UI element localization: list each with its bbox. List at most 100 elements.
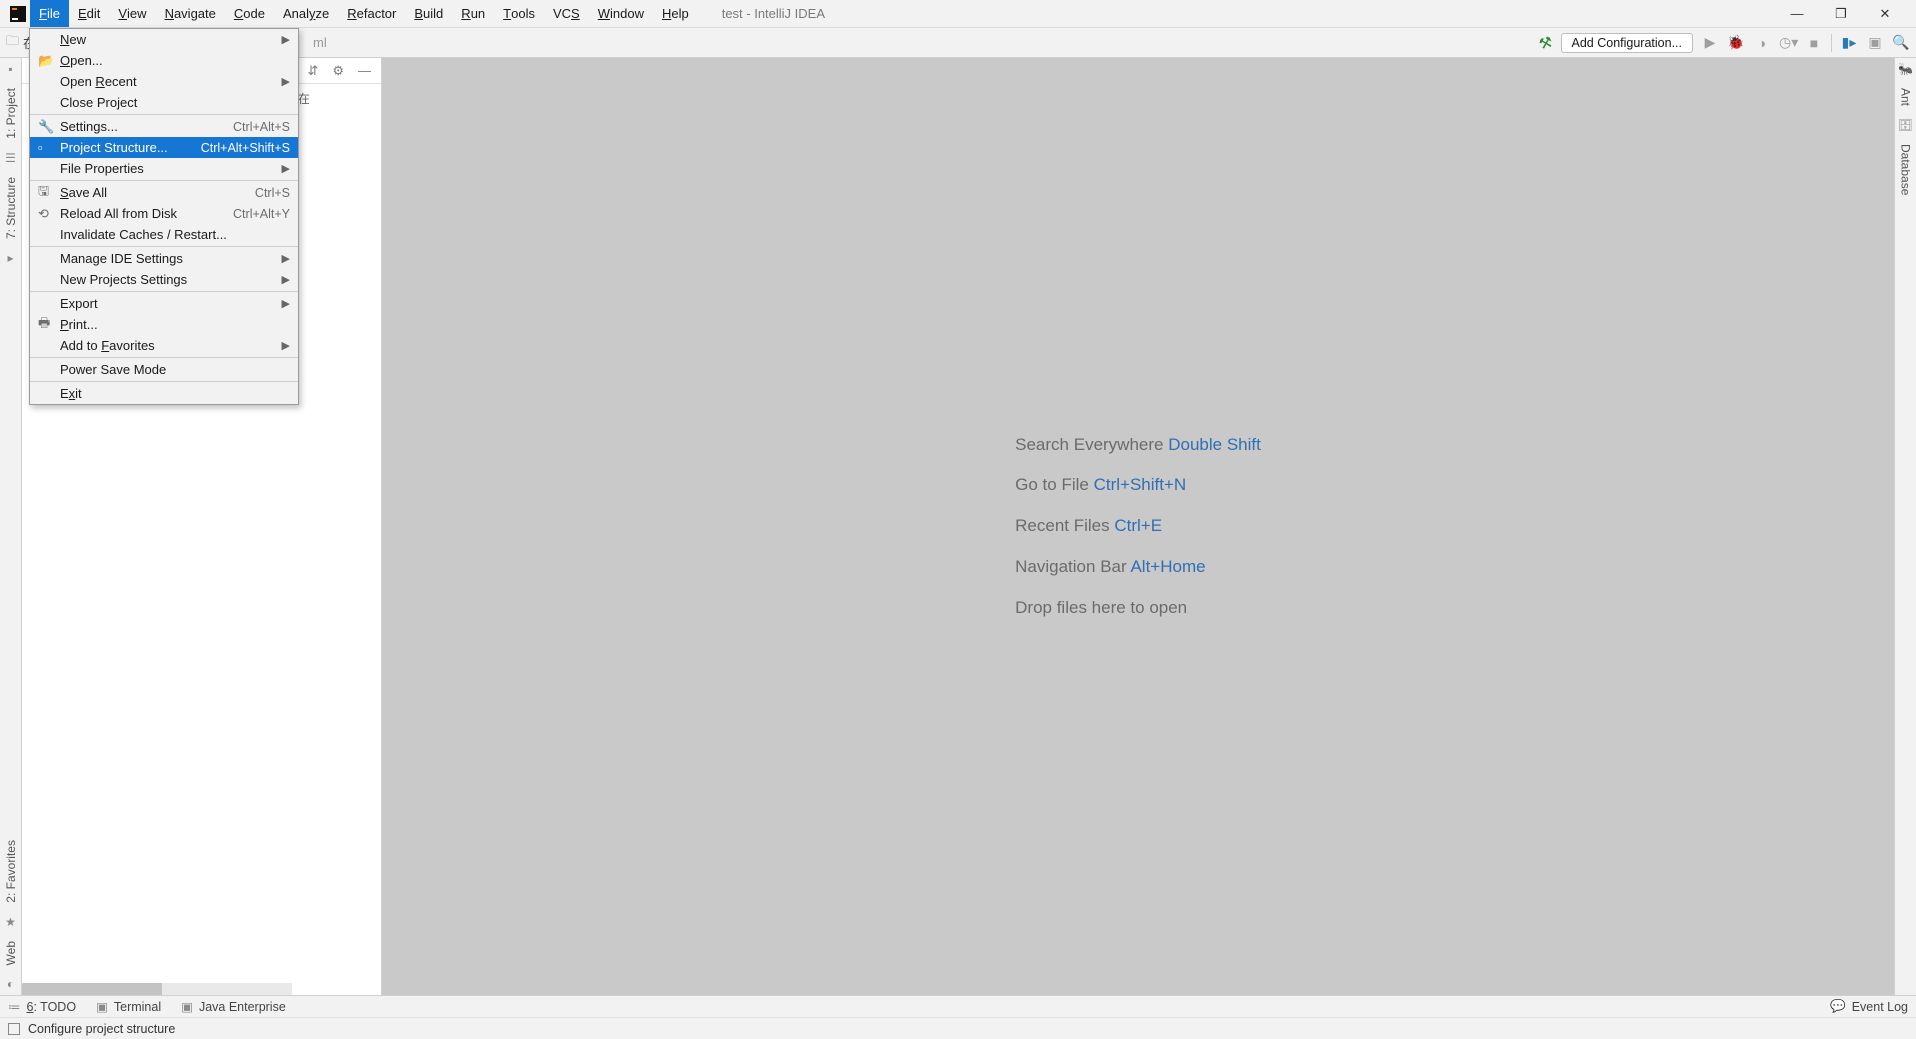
menu-analyze[interactable]: Analyze (274, 0, 338, 27)
run-icon[interactable]: ▶ (1701, 34, 1719, 51)
menu-window[interactable]: Window (589, 0, 653, 27)
project-tab-icon: ▪ (8, 62, 12, 76)
vcs-icon[interactable]: ▮▸ (1840, 34, 1858, 51)
menu-view[interactable]: View (109, 0, 155, 27)
submenu-arrow-icon: ▶ (282, 339, 290, 352)
file-menu-item-new[interactable]: New▶ (30, 29, 298, 50)
right-tool-gutter: 🐜 Ant 🗄 Database (1894, 58, 1916, 995)
bottom-tab-6--todo[interactable]: ≔6: TODO (8, 999, 76, 1014)
menu-item-label: New (60, 32, 282, 47)
file-menu-item-manage-ide-settings[interactable]: Manage IDE Settings▶ (30, 248, 298, 269)
minimize-button[interactable]: — (1790, 6, 1804, 22)
menu-item-label: Print... (60, 317, 290, 332)
menu-vcs[interactable]: VCS (544, 0, 589, 27)
file-menu-item-export[interactable]: Export▶ (30, 293, 298, 314)
file-menu-item-new-projects-settings[interactable]: New Projects Settings▶ (30, 269, 298, 290)
menu-item-icon: 🖶 (38, 314, 60, 336)
menu-item-label: Project Structure... (60, 140, 201, 155)
event-log-tab[interactable]: 💬 Event Log (1830, 999, 1908, 1014)
pin-icon: ▸ (7, 251, 13, 265)
file-menu-item-invalidate-caches---restart---[interactable]: Invalidate Caches / Restart... (30, 224, 298, 245)
tool-tab-web[interactable]: Web (4, 941, 18, 965)
menu-build[interactable]: Build (405, 0, 452, 27)
tool-tab-ant[interactable]: Ant (1899, 88, 1913, 106)
build-icon[interactable]: ⚒ (1537, 32, 1555, 53)
menu-item-label: Settings... (60, 119, 233, 134)
file-menu-item-project-structure---[interactable]: ▫Project Structure...Ctrl+Alt+Shift+S (30, 137, 298, 158)
maximize-button[interactable]: ❐ (1834, 6, 1848, 22)
editor-hint: Recent Files Ctrl+E (1015, 506, 1261, 547)
menu-item-shortcut: Ctrl+Alt+Shift+S (201, 141, 290, 155)
file-menu-item-settings---[interactable]: 🔧Settings...Ctrl+Alt+S (30, 116, 298, 137)
profile-icon[interactable]: ◷▾ (1779, 34, 1797, 51)
menu-item-icon: 📂 (38, 53, 60, 69)
menu-item-label: Invalidate Caches / Restart... (60, 227, 290, 242)
tool-tab-database[interactable]: Database (1899, 144, 1913, 195)
menu-item-shortcut: Ctrl+S (255, 186, 290, 200)
menu-item-label: New Projects Settings (60, 272, 282, 287)
event-log-label: Event Log (1852, 1000, 1908, 1014)
tool-tab-project[interactable]: 1: Project (4, 88, 18, 139)
editor-hint: Go to File Ctrl+Shift+N (1015, 465, 1261, 506)
tool-windows-toggle-icon[interactable] (8, 1023, 20, 1035)
folder-icon: 🗀 (6, 32, 19, 54)
menu-item-icon: 🖫 (38, 182, 60, 204)
settings-gear-icon[interactable]: ⚙ (332, 63, 344, 79)
file-menu-item-reload-all-from-disk[interactable]: ⟲Reload All from DiskCtrl+Alt+Y (30, 203, 298, 224)
menu-run[interactable]: Run (452, 0, 494, 27)
menu-refactor[interactable]: Refactor (338, 0, 405, 27)
structure-tab-icon: ☰ (5, 151, 16, 165)
web-icon: ◐ (7, 977, 14, 991)
tool-tab-favorites[interactable]: 2: Favorites (4, 840, 18, 903)
menu-item-label: Close Project (60, 95, 290, 110)
titlebar: FileEditViewNavigateCodeAnalyzeRefactorB… (0, 0, 1916, 28)
submenu-arrow-icon: ▶ (282, 273, 290, 286)
search-everywhere-icon[interactable]: 🔍 (1892, 34, 1910, 51)
menu-item-icon: 🔧 (38, 119, 60, 135)
file-menu-item-print---[interactable]: 🖶Print... (30, 314, 298, 335)
tool-tab-structure[interactable]: 7: Structure (4, 177, 18, 239)
file-menu-item-close-project[interactable]: Close Project (30, 92, 298, 113)
menu-help[interactable]: Help (653, 0, 698, 27)
submenu-arrow-icon: ▶ (282, 33, 290, 46)
menu-item-icon: ▫ (38, 140, 60, 155)
file-menu-item-save-all[interactable]: 🖫Save AllCtrl+S (30, 182, 298, 203)
file-menu-item-add-to-favorites[interactable]: Add to Favorites▶ (30, 335, 298, 356)
menu-item-label: Exit (60, 386, 290, 401)
file-menu-item-power-save-mode[interactable]: Power Save Mode (30, 359, 298, 380)
editor-hint: Search Everywhere Double Shift (1015, 425, 1261, 466)
database-icon: 🗄 (1898, 118, 1913, 132)
file-menu-item-file-properties[interactable]: File Properties▶ (30, 158, 298, 179)
breadcrumb-file[interactable]: ml (313, 35, 327, 50)
menu-item-label: File Properties (60, 161, 282, 176)
stop-icon[interactable]: ■ (1805, 35, 1823, 51)
menu-code[interactable]: Code (225, 0, 274, 27)
menubar: FileEditViewNavigateCodeAnalyzeRefactorB… (30, 0, 698, 27)
menu-item-icon: ⟲ (38, 206, 60, 222)
project-structure-icon[interactable]: ▣ (1866, 34, 1884, 51)
horizontal-scrollbar[interactable] (22, 983, 292, 995)
menu-item-shortcut: Ctrl+Alt+Y (233, 207, 290, 221)
bottom-tab-java-enterprise[interactable]: ▣Java Enterprise (181, 999, 286, 1014)
bottom-tool-bar: ≔6: TODO ▣Terminal ▣Java Enterprise 💬 Even… (0, 995, 1916, 1017)
window-controls: — ❐ ✕ (1790, 6, 1916, 22)
menu-file[interactable]: File (30, 0, 69, 27)
collapse-icon[interactable]: ⇵ (307, 63, 318, 79)
add-configuration-button[interactable]: Add Configuration... (1561, 33, 1694, 53)
hide-icon[interactable]: — (358, 63, 371, 78)
debug-icon[interactable]: 🐞 (1727, 34, 1745, 51)
file-menu-item-exit[interactable]: Exit (30, 383, 298, 404)
coverage-icon[interactable]: ◑ (1753, 35, 1771, 51)
menu-item-label: Manage IDE Settings (60, 251, 282, 266)
menu-tools[interactable]: Tools (494, 0, 544, 27)
close-button[interactable]: ✕ (1878, 6, 1892, 22)
bottom-tab-terminal[interactable]: ▣Terminal (96, 999, 161, 1014)
file-menu-item-open---[interactable]: 📂Open... (30, 50, 298, 71)
menu-edit[interactable]: Edit (69, 0, 109, 27)
menu-item-label: Add to Favorites (60, 338, 282, 353)
app-logo-icon (6, 2, 30, 26)
submenu-arrow-icon: ▶ (282, 297, 290, 310)
menu-navigate[interactable]: Navigate (156, 0, 225, 27)
file-menu-item-open-recent[interactable]: Open Recent▶ (30, 71, 298, 92)
editor-hint: Drop files here to open (1015, 588, 1261, 629)
